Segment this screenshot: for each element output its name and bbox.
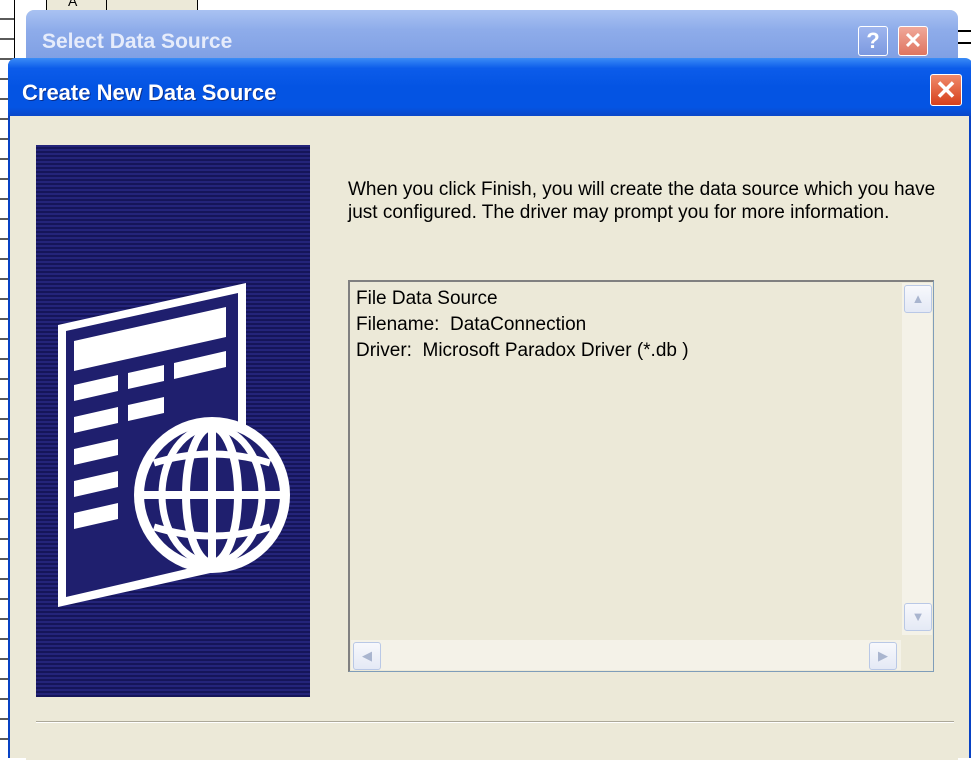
create-new-data-source-dialog: Create New Data Source ✕ When you click … bbox=[8, 58, 971, 758]
help-button[interactable]: ? bbox=[858, 26, 888, 56]
summary-line-filename: Filename: DataConnection bbox=[356, 314, 587, 335]
data-source-wizard-image bbox=[36, 145, 310, 697]
document-globe-icon bbox=[58, 283, 290, 607]
select-data-source-title: Select Data Source bbox=[42, 30, 233, 53]
scroll-down-arrow-icon[interactable]: ▼ bbox=[904, 603, 932, 631]
scroll-right-arrow-icon[interactable]: ▶ bbox=[869, 642, 897, 670]
scroll-up-arrow-icon[interactable]: ▲ bbox=[904, 285, 932, 313]
data-source-summary-box[interactable]: File Data Source Filename: DataConnectio… bbox=[348, 280, 934, 672]
vertical-scrollbar[interactable]: ▲ ▼ bbox=[902, 283, 932, 635]
scroll-left-arrow-icon[interactable]: ◀ bbox=[353, 642, 381, 670]
horizontal-scrollbar[interactable]: ◀ ▶ bbox=[351, 640, 901, 670]
back-close-button[interactable]: ✕ bbox=[898, 26, 928, 56]
close-button[interactable]: ✕ bbox=[930, 74, 962, 106]
column-header-label: A bbox=[68, 0, 78, 9]
dialog-title: Create New Data Source bbox=[22, 80, 277, 105]
select-data-source-titlebar[interactable]: Select Data Source ? ✕ bbox=[26, 10, 958, 60]
column-header-cell-b bbox=[106, 0, 197, 10]
summary-line-driver: Driver: Microsoft Paradox Driver (*.db ) bbox=[356, 340, 689, 361]
dialog-titlebar[interactable]: Create New Data Source ✕ bbox=[8, 58, 971, 116]
summary-line-type: File Data Source bbox=[356, 288, 498, 309]
summary-lines: File Data Source Filename: DataConnectio… bbox=[356, 286, 689, 364]
button-area-separator bbox=[36, 721, 954, 723]
finish-instructions: When you click Finish, you will create t… bbox=[348, 179, 936, 223]
